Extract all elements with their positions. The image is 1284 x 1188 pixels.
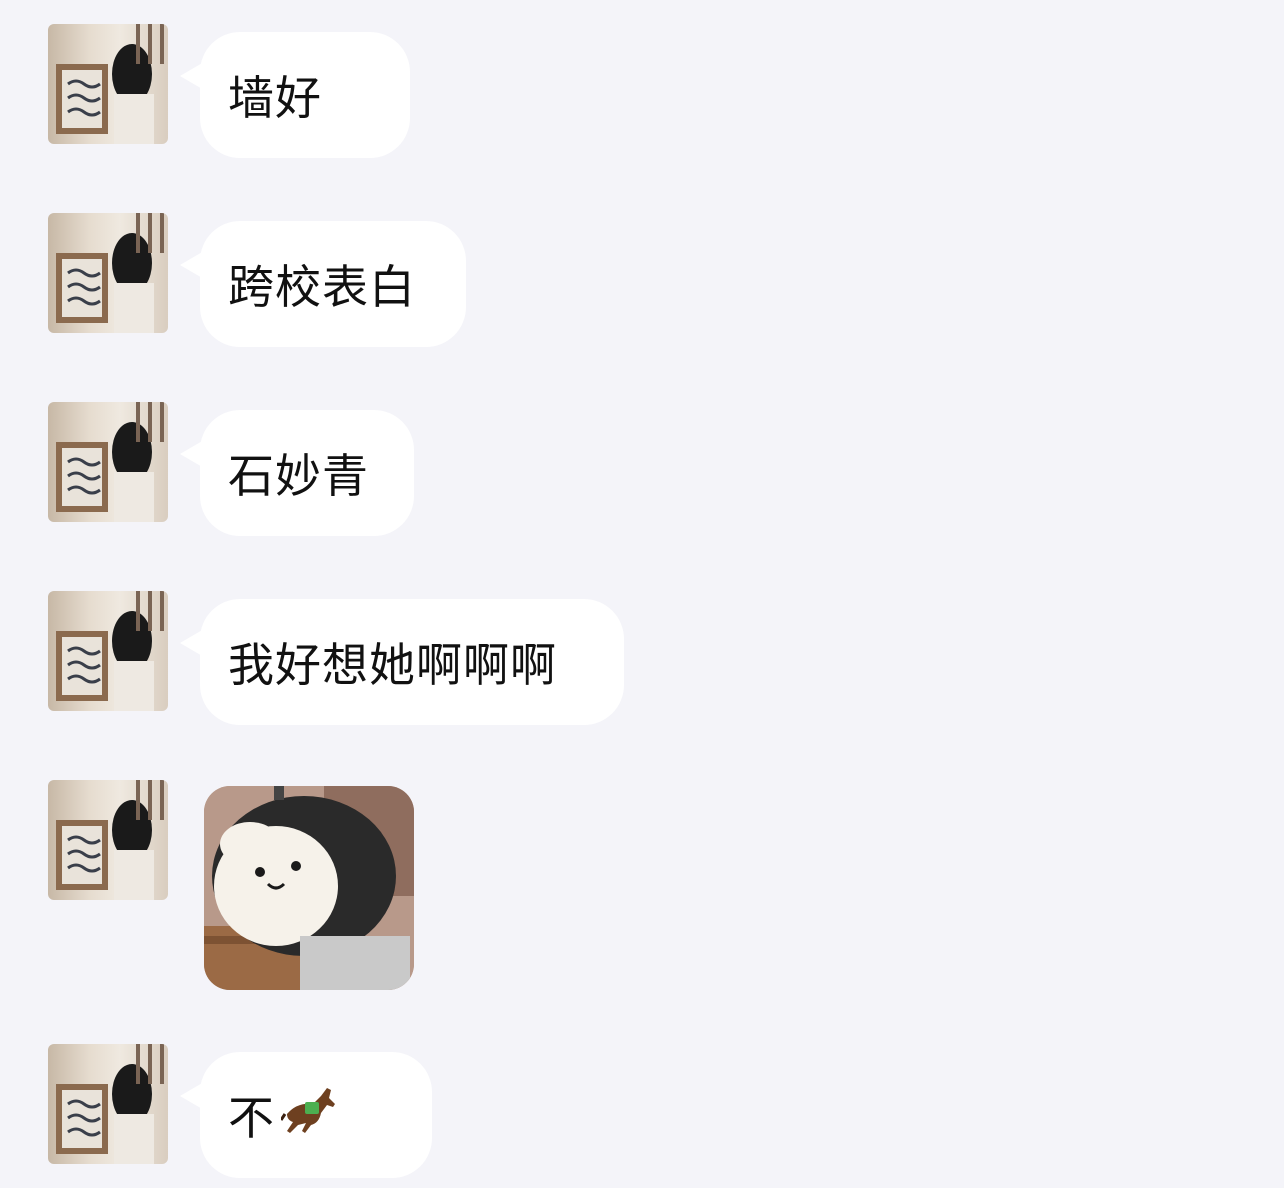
avatar-image xyxy=(56,591,164,711)
avatar[interactable] xyxy=(48,780,168,900)
bubble-tail xyxy=(180,629,204,657)
message-bubble[interactable]: 墙好 xyxy=(180,32,410,158)
penguin-sticker-icon[interactable] xyxy=(204,786,414,990)
message-bubble[interactable]: 我好想她啊啊啊 xyxy=(180,599,624,725)
message-bubble[interactable]: 跨校表白 xyxy=(180,221,466,347)
avatar-image xyxy=(56,402,164,522)
avatar[interactable] xyxy=(48,402,168,522)
avatar[interactable] xyxy=(48,591,168,711)
message-text: 跨校表白 xyxy=(228,260,416,314)
bubble-tail xyxy=(180,440,204,468)
avatar[interactable] xyxy=(48,213,168,333)
message-bubble[interactable]: 石妙青 xyxy=(180,410,414,536)
message-text: 墙好 xyxy=(228,71,322,125)
avatar-image xyxy=(56,213,164,333)
message-bubble[interactable]: 不 xyxy=(180,1052,432,1178)
message-text: 不 xyxy=(228,1091,275,1145)
avatar[interactable] xyxy=(48,1044,168,1164)
message-text: 我好想她啊啊啊 xyxy=(228,638,557,692)
message-text: 石妙青 xyxy=(228,449,369,503)
bubble-tail xyxy=(180,251,204,279)
avatar-image xyxy=(56,1044,164,1164)
chat-message-list: 墙好 跨校表白 石妙青 我好想她啊啊啊 不 xyxy=(0,0,1284,1188)
avatar[interactable] xyxy=(48,24,168,144)
horse-icon xyxy=(279,1084,343,1147)
bubble-tail xyxy=(180,1082,204,1110)
avatar-image xyxy=(56,780,164,900)
avatar-image xyxy=(56,24,164,144)
bubble-tail xyxy=(180,62,204,90)
